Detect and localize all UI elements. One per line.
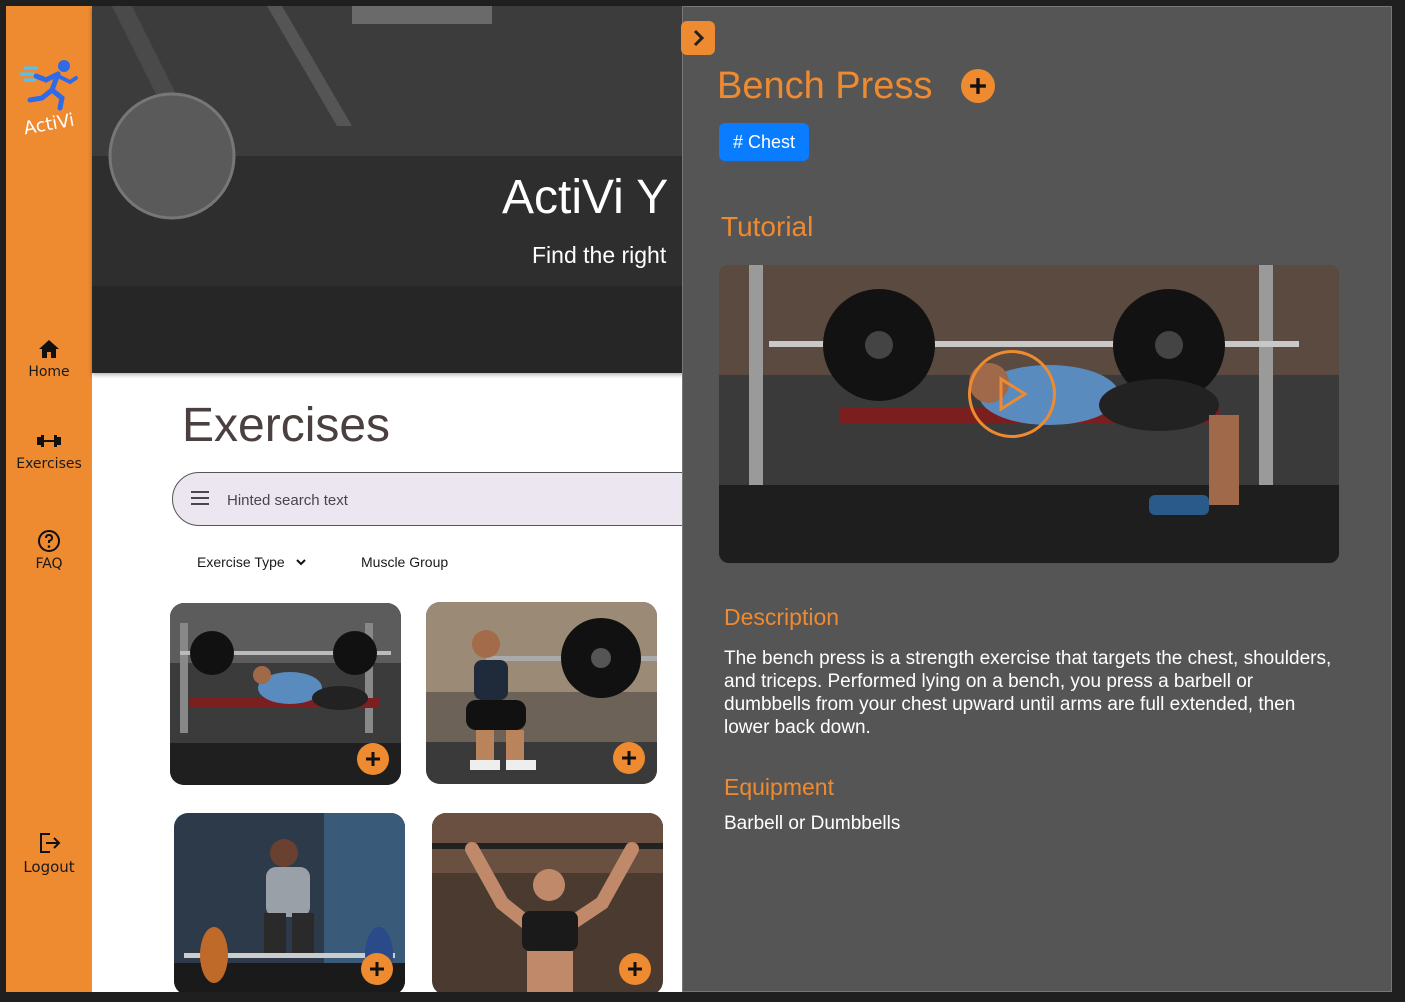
exercise-card-overhead-press[interactable]: [432, 813, 663, 992]
add-exercise-button[interactable]: [961, 69, 995, 103]
menu-icon[interactable]: [191, 491, 209, 505]
muscle-group-filter[interactable]: Muscle Group: [361, 554, 448, 570]
sidebar-item-label: Logout: [23, 858, 75, 876]
sidebar-item-faq[interactable]: FAQ: [6, 528, 92, 572]
plus-icon: [366, 752, 380, 766]
add-exercise-button[interactable]: [613, 742, 645, 774]
muscle-group-label: Muscle Group: [361, 554, 449, 570]
collapse-panel-button[interactable]: [681, 21, 715, 55]
hero-banner: ActiVi Y Find the right: [92, 6, 692, 373]
exercise-detail-panel: Bench Press # Chest Tutorial Description…: [681, 6, 1392, 992]
play-button[interactable]: [968, 350, 1056, 438]
sidebar: ActiVi Home Exercises FAQ Logout: [6, 6, 92, 992]
add-exercise-button[interactable]: [357, 743, 389, 775]
description-heading: Description: [724, 604, 840, 630]
home-icon: [39, 340, 59, 358]
tutorial-video[interactable]: [719, 265, 1339, 563]
exercise-type-filter[interactable]: Exercise Type: [197, 554, 307, 570]
chevron-right-icon: [693, 29, 705, 47]
muscle-tag-chest[interactable]: # Chest: [719, 123, 810, 161]
sidebar-item-label: FAQ: [35, 556, 63, 572]
sidebar-item-logout[interactable]: Logout: [6, 830, 92, 876]
add-exercise-button[interactable]: [361, 953, 393, 985]
exercise-description: The bench press is a strength exercise t…: [724, 648, 1332, 738]
chevron-down-icon: [295, 559, 306, 566]
sidebar-item-exercises[interactable]: Exercises: [6, 428, 92, 472]
equipment-value: Barbell or Dumbbells: [724, 813, 901, 834]
exercise-card-squat[interactable]: [426, 602, 657, 784]
plus-icon: [970, 78, 986, 94]
plus-icon: [370, 962, 384, 976]
app-logo[interactable]: ActiVi: [14, 56, 84, 139]
sidebar-item-home[interactable]: Home: [6, 336, 92, 380]
page-title: Exercises: [182, 399, 391, 452]
search-bar[interactable]: [172, 472, 732, 526]
dumbbell-icon: [37, 435, 61, 447]
play-icon: [999, 376, 1028, 412]
exercise-card-deadlift[interactable]: [174, 813, 405, 992]
plus-icon: [622, 751, 636, 765]
exercise-title: Bench Press: [717, 65, 933, 107]
plus-icon: [628, 962, 642, 976]
search-input[interactable]: [227, 485, 627, 515]
tutorial-heading: Tutorial: [721, 211, 814, 242]
hero-subtitle: Find the right: [532, 242, 667, 268]
equipment-heading: Equipment: [724, 774, 834, 800]
add-exercise-button[interactable]: [619, 953, 651, 985]
exercise-card-bench-press[interactable]: [170, 603, 401, 785]
sidebar-item-label: Exercises: [16, 456, 82, 472]
app-window: ActiVi Home Exercises FAQ Logout ActiVi …: [6, 6, 1392, 992]
exercise-type-label: Exercise Type: [197, 554, 285, 570]
sidebar-item-label: Home: [28, 364, 70, 380]
hero-title: ActiVi Y: [502, 171, 669, 224]
logout-icon: [40, 833, 61, 853]
runner-logo-icon: [20, 60, 78, 111]
help-icon: [38, 530, 60, 552]
